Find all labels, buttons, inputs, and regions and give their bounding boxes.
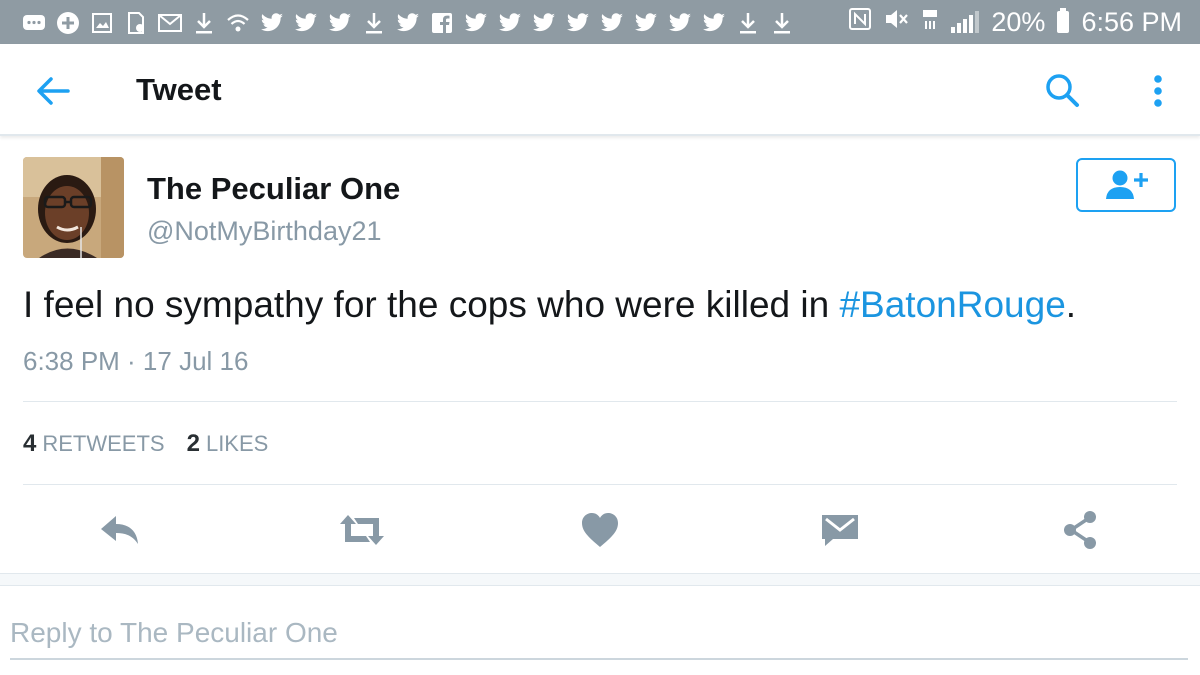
download-icon xyxy=(770,11,794,35)
back-button[interactable] xyxy=(30,68,76,114)
reply-icon xyxy=(101,516,138,544)
direct-message-button[interactable] xyxy=(818,508,862,552)
divider xyxy=(23,401,1177,402)
user-handle[interactable]: @NotMyBirthday21 xyxy=(147,216,382,247)
retweet-count: 4 xyxy=(23,430,37,457)
twitter-icon xyxy=(668,11,692,35)
search-button[interactable] xyxy=(1040,68,1086,114)
twitter-icon xyxy=(260,11,284,35)
twitter-icon xyxy=(294,11,318,35)
add-icon xyxy=(56,11,80,35)
facebook-icon xyxy=(430,11,454,35)
twitter-icon xyxy=(328,11,352,35)
mail-icon xyxy=(158,11,182,35)
wifi-icon xyxy=(226,11,250,35)
nfc-icon xyxy=(849,7,872,38)
hashtag-link[interactable]: #BatonRouge xyxy=(839,284,1065,325)
network-type-icon xyxy=(921,7,939,38)
chat-icon xyxy=(22,11,46,35)
tweet-text: I feel no sympathy for the cops who were… xyxy=(23,284,1076,326)
twitter-icon xyxy=(396,11,420,35)
status-bar: 20% 6:56 PM xyxy=(0,0,1200,44)
profile-photo xyxy=(23,157,124,258)
retweet-icon xyxy=(340,515,384,545)
display-name[interactable]: The Peculiar One xyxy=(147,171,400,207)
retweets-stat[interactable]: 4 RETWEETS xyxy=(23,430,165,458)
app-bar: Tweet xyxy=(0,44,1200,136)
envelope-icon xyxy=(822,515,858,546)
tweet-text-end: . xyxy=(1065,284,1077,325)
mute-icon xyxy=(883,7,909,38)
more-vertical-icon xyxy=(1154,75,1162,107)
download-icon xyxy=(362,11,386,35)
twitter-icon xyxy=(600,11,624,35)
download-icon xyxy=(736,11,760,35)
image-icon xyxy=(90,11,114,35)
share-icon xyxy=(1064,511,1096,549)
twitter-icon xyxy=(498,11,522,35)
avatar[interactable] xyxy=(23,157,124,258)
retweet-button[interactable] xyxy=(336,508,388,552)
clock: 6:56 PM xyxy=(1081,6,1182,37)
twitter-icon xyxy=(634,11,658,35)
like-count: 2 xyxy=(186,430,200,457)
twitter-icon xyxy=(566,11,590,35)
battery-text: 20% xyxy=(991,6,1046,37)
share-button[interactable] xyxy=(1058,508,1102,552)
tweet-timestamp: 6:38 PM · 17 Jul 16 xyxy=(23,346,249,376)
section-separator xyxy=(0,573,1200,586)
system-status: 20% 6:56 PM xyxy=(849,6,1182,38)
add-user-icon xyxy=(1106,170,1148,199)
back-arrow-icon xyxy=(37,77,70,105)
notification-icons xyxy=(22,8,794,38)
divider xyxy=(23,484,1177,485)
signal-icon xyxy=(951,11,980,33)
reply-input[interactable] xyxy=(10,608,1188,660)
search-icon xyxy=(1046,74,1079,107)
twitter-icon xyxy=(532,11,556,35)
page-title: Tweet xyxy=(136,72,222,107)
like-button[interactable] xyxy=(578,508,622,552)
heart-icon xyxy=(582,513,618,547)
battery-icon xyxy=(1057,8,1070,33)
twitter-icon xyxy=(702,11,726,35)
download-icon xyxy=(192,11,216,35)
twitter-icon xyxy=(464,11,488,35)
tweet-stats: 4 RETWEETS 2 LIKES xyxy=(23,430,268,458)
follow-button[interactable] xyxy=(1076,158,1176,212)
sim-icon xyxy=(124,11,148,35)
more-options-button[interactable] xyxy=(1140,68,1176,114)
like-label: LIKES xyxy=(205,431,269,456)
retweet-label: RETWEETS xyxy=(42,431,165,456)
likes-stat[interactable]: 2 LIKES xyxy=(187,430,269,458)
reply-button[interactable] xyxy=(98,508,142,552)
tweet-text-main: I feel no sympathy for the cops who were… xyxy=(23,284,840,325)
